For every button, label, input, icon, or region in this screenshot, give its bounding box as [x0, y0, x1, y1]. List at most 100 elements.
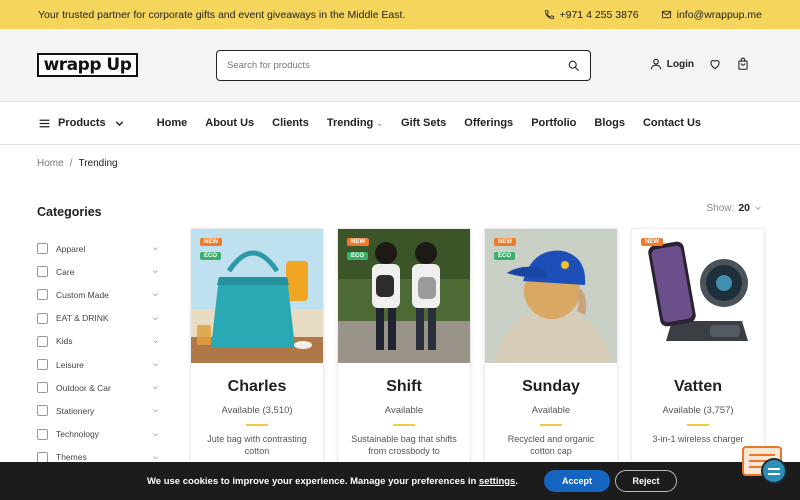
category-item-apparel[interactable]: Apparel — [37, 237, 159, 260]
search-icon[interactable] — [567, 59, 580, 72]
chevron-down-icon: ⌄ — [376, 119, 384, 128]
items-per-page-select[interactable]: Show: 20 — [707, 202, 762, 214]
phone-number: +971 4 255 3876 — [559, 8, 639, 21]
nav-link-blogs[interactable]: Blogs — [594, 117, 625, 129]
product-description: Recycled and organic cotton cap — [507, 434, 595, 456]
nav-link-offerings[interactable]: Offerings — [464, 117, 513, 129]
email-address: info@wrappup.me — [676, 8, 762, 21]
eco-badge: ECO — [347, 252, 369, 260]
category-item-outdoor-car[interactable]: Outdoor & Car — [37, 376, 159, 399]
show-label: Show: — [706, 202, 735, 214]
product-description: 3-in-1 wireless charger — [652, 434, 744, 444]
product-image[interactable]: NEW ECO — [191, 229, 323, 363]
category-checkbox[interactable] — [37, 289, 48, 301]
user-icon — [650, 58, 661, 70]
product-name[interactable]: Charles — [191, 378, 323, 396]
category-label: Kids — [56, 336, 73, 347]
product-availability: Available (3,757) — [662, 405, 734, 416]
chevron-down-icon[interactable] — [152, 268, 159, 275]
mail-icon — [661, 10, 671, 19]
category-label: Apparel — [56, 243, 86, 254]
product-name[interactable]: Shift — [338, 378, 470, 396]
nav-link-trending[interactable]: Trending ⌄ — [327, 117, 383, 129]
hamburger-menu-icon — [39, 119, 50, 127]
phone-icon — [544, 9, 554, 20]
site-logo[interactable]: wrapp Up — [37, 53, 138, 77]
chevron-down-icon — [755, 206, 761, 210]
nav-link-clients[interactable]: Clients — [272, 117, 309, 129]
category-item-care[interactable]: Care — [37, 260, 159, 283]
nav-link-contact-us[interactable]: Contact Us — [643, 117, 701, 129]
nav-link-gift-sets[interactable]: Gift Sets — [401, 117, 446, 129]
product-description: Sustainable bag that shifts from crossbo… — [351, 434, 457, 456]
login-button[interactable]: Login — [649, 57, 694, 71]
category-checkbox[interactable] — [37, 312, 48, 324]
product-card-charles[interactable]: NEW ECO Charles Available (3,510) Jute b… — [190, 228, 324, 488]
breadcrumb-current: Trending — [78, 158, 118, 169]
search-input[interactable] — [227, 60, 567, 71]
products-menu-button[interactable]: Products — [38, 117, 126, 130]
cookie-message: We use cookies to improve your experienc… — [147, 475, 518, 487]
breadcrumb-home[interactable]: Home — [37, 158, 64, 169]
category-checkbox[interactable] — [37, 382, 48, 394]
tagline: Your trusted partner for corporate gifts… — [38, 8, 406, 21]
category-item-stationery[interactable]: Stationery — [37, 399, 159, 422]
product-availability: Available — [531, 405, 571, 416]
divider — [246, 424, 268, 426]
nav-link-portfolio[interactable]: Portfolio — [531, 117, 576, 129]
product-card-shift[interactable]: NEW ECO Shift Available Sustainable bag … — [337, 228, 471, 488]
cookie-settings-link[interactable]: settings — [479, 476, 515, 487]
category-checkbox[interactable] — [37, 266, 48, 278]
chevron-down-icon[interactable] — [152, 431, 159, 438]
nav-links: Home About Us Clients Trending ⌄ Gift Se… — [157, 117, 701, 129]
chat-support-icon[interactable] — [741, 445, 789, 487]
product-image[interactable]: NEW ECO — [485, 229, 617, 363]
category-label: Technology — [56, 429, 100, 440]
divider — [687, 424, 709, 426]
shopping-bag-icon[interactable] — [736, 57, 750, 71]
email-link[interactable]: info@wrappup.me — [661, 9, 762, 21]
chevron-down-icon[interactable] — [152, 315, 159, 322]
category-checkbox[interactable] — [37, 405, 48, 417]
category-item-technology[interactable]: Technology — [37, 423, 159, 446]
show-value: 20 — [738, 202, 750, 214]
chevron-down-icon[interactable] — [152, 338, 159, 345]
category-label: Stationery — [56, 405, 95, 416]
new-badge: NEW — [494, 238, 516, 246]
category-label: Leisure — [56, 359, 84, 370]
category-checkbox[interactable] — [37, 359, 48, 371]
category-item-leisure[interactable]: Leisure — [37, 353, 159, 376]
product-photo-crossbody-bags — [338, 229, 470, 363]
reject-cookies-button[interactable]: Reject — [615, 470, 677, 492]
product-name[interactable]: Vatten — [632, 378, 764, 396]
product-image[interactable]: NEW ECO — [338, 229, 470, 363]
product-image[interactable]: NEW — [632, 229, 764, 363]
category-item-eat-drink[interactable]: EAT & DRINK — [37, 307, 159, 330]
nav-link-trending-label: Trending — [326, 117, 374, 129]
chevron-down-icon[interactable] — [152, 291, 159, 298]
chevron-down-icon — [115, 120, 123, 126]
category-checkbox[interactable] — [37, 243, 48, 255]
nav-link-about-us[interactable]: About Us — [205, 117, 254, 129]
chevron-down-icon[interactable] — [152, 361, 159, 368]
chevron-down-icon[interactable] — [152, 384, 159, 391]
chevron-down-icon[interactable] — [152, 407, 159, 414]
accept-cookies-button[interactable]: Accept — [544, 470, 610, 492]
category-list: Apparel Care Custom Made EAT & DRINK Kid… — [37, 237, 159, 469]
nav-link-home[interactable]: Home — [157, 117, 188, 129]
new-badge: NEW — [347, 238, 369, 246]
category-item-kids[interactable]: Kids — [37, 330, 159, 353]
category-label: Outdoor & Car — [56, 382, 111, 393]
product-name[interactable]: Sunday — [485, 378, 617, 396]
phone-link[interactable]: +971 4 255 3876 — [544, 9, 639, 21]
category-item-custom-made[interactable]: Custom Made — [37, 283, 159, 306]
category-checkbox[interactable] — [37, 428, 48, 440]
wishlist-heart-icon[interactable] — [708, 57, 722, 71]
eco-badge: ECO — [200, 252, 222, 260]
products-menu-label: Products — [58, 117, 106, 129]
category-label: Custom Made — [56, 289, 109, 300]
chevron-down-icon[interactable] — [152, 454, 159, 461]
product-card-sunday[interactable]: NEW ECO Sunday Available Recycled and or… — [484, 228, 618, 488]
chevron-down-icon[interactable] — [152, 245, 159, 252]
category-checkbox[interactable] — [37, 335, 48, 347]
